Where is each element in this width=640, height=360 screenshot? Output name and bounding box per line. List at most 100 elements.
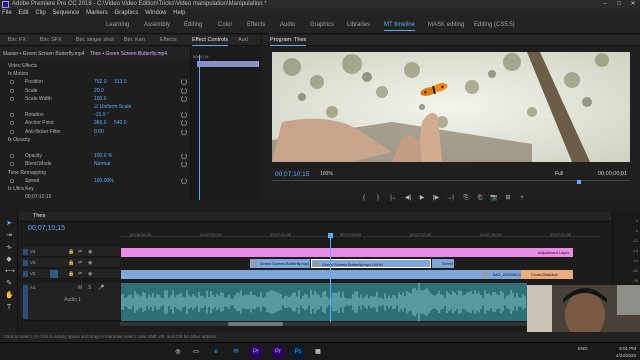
effect-property-row[interactable]: 00;07;10;15	[0, 193, 190, 201]
tab-sequence-thes[interactable]: Thes	[33, 213, 45, 219]
workspace-mask-editing[interactable]: MASK editing	[428, 22, 464, 28]
effect-property-row[interactable]: fx Ultra Key	[0, 185, 190, 193]
tab-bin-sfx[interactable]: Bin: SFX	[40, 37, 62, 43]
track-header-v3[interactable]: V3 🔒 ⇌ ◉	[20, 258, 120, 268]
effect-property-row[interactable]: Scale 20.0	[0, 86, 190, 95]
mark-out-button[interactable]: }	[374, 194, 382, 202]
export-frame-icon[interactable]: 📷	[490, 194, 498, 202]
effect-property-row[interactable]: Position 792.0 313.0	[0, 78, 190, 86]
property-value[interactable]: 792.0	[94, 78, 107, 86]
pen-tool-icon[interactable]: ✎	[5, 280, 13, 288]
effect-property-row[interactable]: Anti-flicker Filter 0.00	[0, 127, 190, 136]
reset-icon[interactable]	[181, 176, 187, 184]
sync-icon[interactable]: ⇌	[78, 247, 82, 257]
close-button[interactable]: ✕	[626, 0, 640, 9]
stopwatch-icon[interactable]	[10, 178, 14, 183]
tab-bin-singer-shot[interactable]: Bin: singer shot	[76, 37, 114, 43]
tab-bin-fx[interactable]: Bin: FX	[8, 37, 26, 43]
property-value[interactable]: -15.0 °	[94, 111, 109, 119]
button-editor-icon[interactable]: +	[518, 194, 526, 202]
reset-icon[interactable]	[181, 94, 187, 102]
timeline-scrollbar[interactable]	[120, 322, 595, 326]
sequence-clip-label[interactable]: Thes • Green Screen Butterfly.mp4	[90, 51, 167, 57]
go-to-out-button[interactable]: →|	[446, 194, 454, 202]
sync-icon[interactable]: ⇌	[78, 269, 82, 279]
effect-property-row[interactable]: Anchor Point 960.0 540.0	[0, 119, 190, 127]
eye-icon[interactable]: ◉	[88, 258, 92, 268]
menu-edit[interactable]: Edit	[18, 9, 28, 17]
green-screen-clip-selected[interactable]: Green Screen Butterfly.mp4 [90%]	[311, 259, 431, 268]
property-value[interactable]: 100.0	[94, 95, 107, 103]
tab-effect-controls[interactable]: Effect Controls	[192, 37, 228, 46]
workspace-editing[interactable]: Editing	[184, 22, 202, 28]
menu-help[interactable]: Help	[173, 9, 185, 17]
tab-bin-ken[interactable]: Bin: Ken	[124, 37, 145, 43]
reset-icon[interactable]	[181, 127, 187, 135]
reset-icon[interactable]	[181, 152, 187, 160]
stopwatch-icon[interactable]	[10, 162, 14, 167]
mute-icon[interactable]: M	[78, 283, 82, 293]
workspace-effects[interactable]: Effects	[247, 22, 265, 28]
menu-clip[interactable]: Clip	[35, 9, 45, 17]
razor-tool-icon[interactable]: ◆	[5, 256, 13, 264]
track-target-toggle[interactable]	[23, 249, 28, 255]
program-resolution-select[interactable]: Full	[555, 171, 563, 177]
reset-icon[interactable]	[181, 119, 187, 127]
track-target-toggle[interactable]	[23, 285, 28, 319]
timeline-ruler[interactable]: 00;06;56;00 00;07;00;00 00;07;04;00 00;0…	[120, 225, 600, 237]
chrome-icon[interactable]: ◎	[172, 346, 184, 358]
eye-icon[interactable]: ◉	[88, 269, 92, 279]
lock-icon[interactable]: 🔒	[68, 247, 74, 257]
language-indicator[interactable]: ENG	[578, 346, 588, 351]
property-value[interactable]: 100.00%	[94, 177, 114, 185]
file-explorer-icon[interactable]: ▭	[190, 346, 202, 358]
workspace-assembly[interactable]: Assembly	[144, 22, 170, 28]
track-select-tool-icon[interactable]: ⇥	[5, 232, 13, 240]
go-to-in-button[interactable]: |←	[390, 194, 398, 202]
sync-icon[interactable]: ⇌	[78, 258, 82, 268]
lock-icon[interactable]: 🔒	[68, 258, 74, 268]
play-button[interactable]: ▶	[418, 194, 426, 202]
effect-property-row[interactable]: Video Effects	[0, 62, 190, 70]
property-value[interactable]: 0.00	[94, 128, 104, 136]
maximize-button[interactable]: □	[612, 0, 626, 9]
menu-window[interactable]: Window	[145, 9, 166, 17]
mark-in-button[interactable]: {	[360, 194, 368, 202]
reset-icon[interactable]	[181, 160, 187, 168]
cross-dissolve-transition[interactable]: Cross Dissolve	[521, 270, 573, 279]
timeline-scroll-thumb[interactable]	[228, 322, 283, 326]
step-back-button[interactable]: ◀|	[404, 194, 412, 202]
green-screen-clip-3[interactable]: Green	[432, 259, 454, 268]
minimize-button[interactable]: –	[598, 0, 612, 9]
extract-button[interactable]: ⎗	[476, 194, 484, 202]
green-screen-clip-1[interactable]: Green Screen Butterfly.mp4	[250, 259, 310, 268]
premiere2-taskbar-icon[interactable]: Pr	[272, 346, 284, 358]
premiere-taskbar-icon[interactable]: Pr	[250, 346, 262, 358]
tab-audio[interactable]: Aud	[238, 37, 248, 43]
edge-icon[interactable]: e	[210, 346, 222, 358]
stopwatch-icon[interactable]	[10, 121, 14, 126]
program-playhead[interactable]	[577, 180, 581, 184]
workspace-color[interactable]: Color	[218, 22, 232, 28]
effect-property-row[interactable]: fx Opacity	[0, 136, 190, 144]
workspace-libraries[interactable]: Libraries	[347, 22, 370, 28]
stopwatch-icon[interactable]	[10, 88, 14, 93]
lift-button[interactable]: ⎘	[462, 194, 470, 202]
track-header-v2[interactable]: V2 🔒 ⇌ ◉	[20, 269, 120, 279]
stopwatch-icon[interactable]	[10, 80, 14, 85]
hand-tool-icon[interactable]: ✋	[5, 292, 14, 300]
app-icon[interactable]: ▦	[312, 346, 324, 358]
stopwatch-icon[interactable]	[10, 113, 14, 118]
track-target-toggle[interactable]	[23, 271, 28, 277]
reset-icon[interactable]	[181, 111, 187, 119]
effect-property-row[interactable]: Blend Mode Normal	[0, 160, 190, 168]
workspace-editing-cs55[interactable]: Editing (CS5.5)	[474, 22, 515, 28]
tab-program-monitor[interactable]: Program: Thes	[270, 37, 307, 46]
audio-clip-a1[interactable]	[121, 283, 527, 321]
effect-property-row[interactable]: Rotation -15.0 °	[0, 111, 190, 119]
tab-effects[interactable]: Effects	[160, 37, 177, 43]
menu-file[interactable]: File	[2, 9, 12, 17]
property-value[interactable]: 100.0 %	[94, 152, 112, 160]
workspace-mt-timeline[interactable]: MT timeline	[384, 22, 415, 31]
program-zoom-select[interactable]: 100%	[320, 171, 333, 177]
